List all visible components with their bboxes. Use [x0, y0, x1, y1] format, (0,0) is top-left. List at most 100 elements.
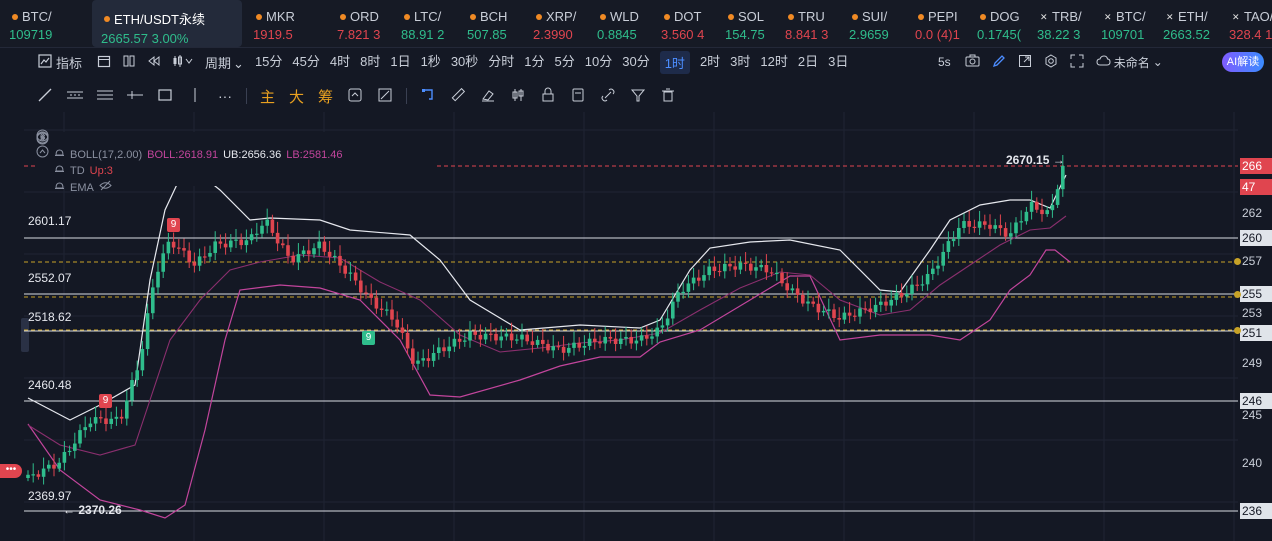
alarm-icon[interactable]: [54, 179, 65, 197]
ticker-item[interactable]: PEPI 0.0 (4)1: [906, 0, 966, 47]
camera-icon[interactable]: [965, 54, 980, 70]
ticker-item[interactable]: SUI/2.9659: [840, 0, 904, 47]
swap-icon[interactable]: [340, 87, 370, 106]
more-options-pill[interactable]: •••: [0, 464, 22, 478]
trend-line-icon[interactable]: [30, 87, 60, 106]
expand-icon[interactable]: [1018, 54, 1032, 71]
interval-3日[interactable]: 3日: [828, 51, 848, 74]
interval-30分[interactable]: 30分: [622, 51, 649, 74]
indicators-button[interactable]: 指标: [56, 53, 82, 72]
candle-body: [390, 309, 394, 320]
interval-1时[interactable]: 1时: [659, 50, 690, 74]
indicators-icon[interactable]: [38, 54, 52, 73]
ticker-item[interactable]: TRU 8.841 3: [776, 0, 838, 47]
period-dropdown[interactable]: 周期 ⌄: [205, 53, 244, 72]
alarm-icon[interactable]: [54, 162, 65, 180]
layout-icon[interactable]: [122, 54, 136, 71]
ticker-price-row: 7.821 3: [328, 27, 390, 42]
fullscreen-icon[interactable]: [1070, 54, 1084, 71]
calendar-icon[interactable]: [97, 54, 111, 71]
ticker-item[interactable]: DOT 3.560 4: [652, 0, 714, 47]
candle-body: [582, 345, 587, 348]
ticker-item[interactable]: MKR 1919.5: [244, 0, 326, 47]
interval-2日[interactable]: 2日: [798, 51, 818, 74]
eraser-icon[interactable]: [473, 87, 503, 106]
ticker-item[interactable]: DOG 0.1745(: [968, 0, 1026, 47]
ticker-change: 1: [1261, 27, 1272, 42]
ticker-price-row: 1919.5: [244, 27, 326, 42]
ticker-item[interactable]: ✕ BTC/109701: [1092, 0, 1152, 47]
lock-icon[interactable]: [533, 87, 563, 106]
horizontal-lines-icon[interactable]: [90, 87, 120, 106]
horizontal-ray-icon[interactable]: [120, 87, 150, 106]
candle-style-icon[interactable]: [503, 87, 533, 106]
ticker-item[interactable]: LTC/88.91 2: [392, 0, 456, 47]
alert-marker[interactable]: [1234, 327, 1241, 334]
ticker-item[interactable]: ORD 7.821 3: [328, 0, 390, 47]
seconds-interval[interactable]: 5s: [938, 55, 951, 69]
chip-distribution-tool[interactable]: 筹: [311, 86, 340, 107]
coin-icon: [852, 13, 858, 20]
interval-4时[interactable]: 4时: [330, 51, 350, 74]
ticker-symbol-row: DOG: [968, 9, 1026, 24]
magnet-icon[interactable]: [563, 87, 593, 106]
interval-8时[interactable]: 8时: [360, 51, 380, 74]
ticker-item[interactable]: WLD 0.8845: [588, 0, 650, 47]
ai-analysis-button[interactable]: AI解读: [1222, 52, 1264, 72]
large-order-tool[interactable]: 大: [282, 86, 311, 107]
filter-icon[interactable]: [623, 87, 653, 106]
interval-1秒[interactable]: 1秒: [421, 51, 441, 74]
ticker-item[interactable]: ETH/USDT永续 2665.57 3.00%: [92, 0, 242, 47]
ticker-item[interactable]: ✕ TAO/328.4 1: [1220, 0, 1272, 47]
interval-12时[interactable]: 12时: [760, 51, 787, 74]
candle-body: [520, 334, 524, 340]
settings-icon[interactable]: [1044, 53, 1058, 71]
ticker-price-row: 2.3990: [524, 27, 586, 42]
eye-hidden-icon[interactable]: [99, 179, 112, 197]
rectangle-icon[interactable]: [150, 87, 180, 106]
trash-icon[interactable]: [653, 87, 683, 106]
parallel-channel-icon[interactable]: [60, 87, 90, 106]
interval-15分[interactable]: 15分: [255, 51, 282, 74]
main-force-tool[interactable]: 主: [253, 86, 282, 107]
alert-marker[interactable]: [1234, 291, 1241, 298]
interval-30秒[interactable]: 30秒: [451, 51, 478, 74]
cloud-layout-button[interactable]: 未命名 ⌄: [1096, 54, 1163, 71]
ticker-symbol: TAO/: [1244, 9, 1272, 24]
interval-1日[interactable]: 1日: [390, 51, 410, 74]
alert-marker[interactable]: [1234, 258, 1241, 265]
interval-10分[interactable]: 10分: [585, 51, 612, 74]
candle-body: [790, 288, 795, 291]
ticker-item[interactable]: BTC/109719: [0, 0, 90, 47]
candle-body: [125, 400, 129, 419]
candle-body: [437, 347, 441, 354]
vertical-line-icon[interactable]: [180, 87, 210, 106]
candle-body: [270, 219, 275, 233]
interval-1分[interactable]: 1分: [524, 51, 544, 74]
candle-body: [47, 464, 51, 469]
interval-5分[interactable]: 5分: [555, 51, 575, 74]
ticker-symbol-row: SUI/: [840, 9, 904, 24]
ticker-price: 38.22: [1037, 27, 1070, 42]
collapse-up-icon[interactable]: [36, 145, 49, 164]
chart-type-icon[interactable]: [172, 54, 194, 71]
interval-45分[interactable]: 45分: [292, 51, 319, 74]
ticker-item[interactable]: SOL 154.75: [716, 0, 774, 47]
interval-2时[interactable]: 2时: [700, 51, 720, 74]
replay-icon[interactable]: [147, 54, 161, 71]
link-icon[interactable]: [593, 87, 623, 106]
candle-body: [478, 334, 483, 340]
ruler-icon[interactable]: [443, 87, 473, 106]
coin-icon: [104, 15, 110, 22]
interval-分时[interactable]: 分时: [488, 51, 514, 74]
candle-body: [806, 301, 810, 304]
interval-3时[interactable]: 3时: [730, 51, 750, 74]
ticker-item[interactable]: XRP/2.3990: [524, 0, 586, 47]
more-tools-icon[interactable]: ···: [210, 88, 240, 104]
text-note-icon[interactable]: [370, 87, 400, 106]
ticker-item[interactable]: ✕ TRB/38.22 3: [1028, 0, 1090, 47]
ticker-item[interactable]: ✕ ETH/2663.52: [1154, 0, 1218, 47]
crosshair-select-icon[interactable]: [413, 87, 443, 106]
ticker-item[interactable]: BCH 507.85: [458, 0, 522, 47]
pen-icon[interactable]: [992, 54, 1006, 71]
